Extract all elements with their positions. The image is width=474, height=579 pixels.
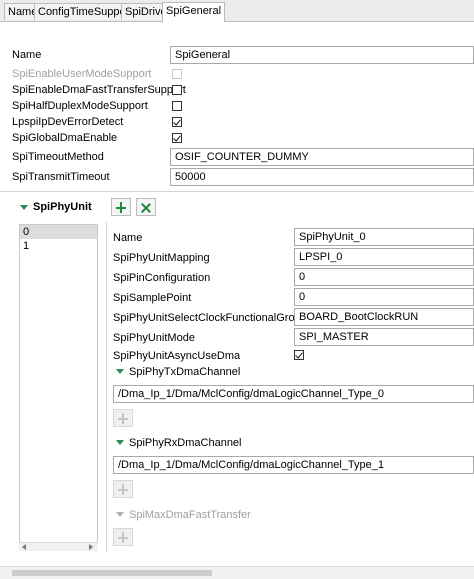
chevron-down-icon[interactable] xyxy=(116,440,124,445)
sample-point-field[interactable]: 0 xyxy=(294,288,474,306)
transmit-timeout-field[interactable]: 50000 xyxy=(170,168,474,186)
tx-dma-channel-title: SpiPhyTxDmaChannel xyxy=(129,366,241,378)
half-duplex-mode-support-label: SpiHalfDuplexModeSupport xyxy=(12,100,148,112)
list-horizontal-scrollbar[interactable] xyxy=(19,542,98,551)
rx-dma-channel-field[interactable]: /Dma_Ip_1/Dma/MclConfig/dmaLogicChannel_… xyxy=(113,456,474,474)
phy-unit-mapping-label: SpiPhyUnitMapping xyxy=(113,252,210,264)
rx-dma-channel-title: SpiPhyRxDmaChannel xyxy=(129,437,242,449)
add-icon[interactable] xyxy=(113,409,133,427)
tab-bar: Name ConfigTimeSupport SpiDriver SpiGene… xyxy=(0,0,474,22)
chevron-down-icon xyxy=(116,512,124,517)
dev-error-detect-checkbox[interactable] xyxy=(172,117,182,127)
phy-unit-mode-field[interactable]: SPI_MASTER xyxy=(294,328,474,346)
phy-name-label: Name xyxy=(113,232,143,244)
global-dma-enable-label: SpiGlobalDmaEnable xyxy=(12,132,118,144)
phy-unit-section-title: SpiPhyUnit xyxy=(33,201,92,213)
scrollbar-thumb[interactable] xyxy=(12,570,212,576)
half-duplex-mode-support-checkbox[interactable] xyxy=(172,101,182,111)
tx-dma-channel-field[interactable]: /Dma_Ip_1/Dma/MclConfig/dmaLogicChannel_… xyxy=(113,385,474,403)
tab-spi-general[interactable]: SpiGeneral xyxy=(162,2,226,22)
list-item[interactable]: 0 xyxy=(20,225,97,239)
global-dma-enable-checkbox[interactable] xyxy=(172,133,182,143)
dma-fast-transfer-support-label: SpiEnableDmaFastTransferSupport xyxy=(12,84,186,96)
phy-unit-list[interactable]: 0 1 xyxy=(19,224,98,550)
scroll-right-arrow-icon[interactable] xyxy=(89,544,93,550)
timeout-method-label: SpiTimeoutMethod xyxy=(12,151,104,163)
clock-functional-group-label: SpiPhyUnitSelectClockFunctionalGroup xyxy=(113,312,307,324)
timeout-method-field[interactable]: OSIF_COUNTER_DUMMY xyxy=(170,148,474,166)
main-horizontal-scrollbar[interactable] xyxy=(0,566,474,579)
pin-configuration-label: SpiPinConfiguration xyxy=(113,272,211,284)
section-divider xyxy=(0,191,474,192)
scroll-left-arrow-icon[interactable] xyxy=(22,544,26,550)
phy-name-field[interactable]: SpiPhyUnit_0 xyxy=(294,228,474,246)
delete-icon[interactable] xyxy=(136,198,156,216)
chevron-down-icon[interactable] xyxy=(20,205,28,210)
phy-unit-mapping-field[interactable]: LPSPI_0 xyxy=(294,248,474,266)
add-icon[interactable] xyxy=(113,480,133,498)
async-use-dma-label: SpiPhyUnitAsyncUseDma xyxy=(113,350,241,362)
dma-fast-transfer-support-checkbox[interactable] xyxy=(172,85,182,95)
max-dma-fast-transfer-title: SpiMaxDmaFastTransfer xyxy=(129,509,251,521)
dev-error-detect-label: LpspiIpDevErrorDetect xyxy=(12,116,124,128)
list-item[interactable]: 1 xyxy=(20,239,97,253)
transmit-timeout-label: SpiTransmitTimeout xyxy=(12,171,110,183)
user-mode-support-label: SpiEnableUserModeSupport xyxy=(12,68,152,80)
phy-unit-mode-label: SpiPhyUnitMode xyxy=(113,332,195,344)
add-icon xyxy=(113,528,133,546)
name-label: Name xyxy=(12,49,42,61)
splitter[interactable] xyxy=(106,222,107,552)
chevron-down-icon[interactable] xyxy=(116,369,124,374)
pin-configuration-field[interactable]: 0 xyxy=(294,268,474,286)
sample-point-label: SpiSamplePoint xyxy=(113,292,192,304)
async-use-dma-checkbox[interactable] xyxy=(294,350,304,360)
add-icon[interactable] xyxy=(111,198,131,216)
user-mode-support-checkbox[interactable] xyxy=(172,69,182,79)
name-field[interactable]: SpiGeneral xyxy=(170,46,474,64)
clock-functional-group-field[interactable]: BOARD_BootClockRUN xyxy=(294,308,474,326)
